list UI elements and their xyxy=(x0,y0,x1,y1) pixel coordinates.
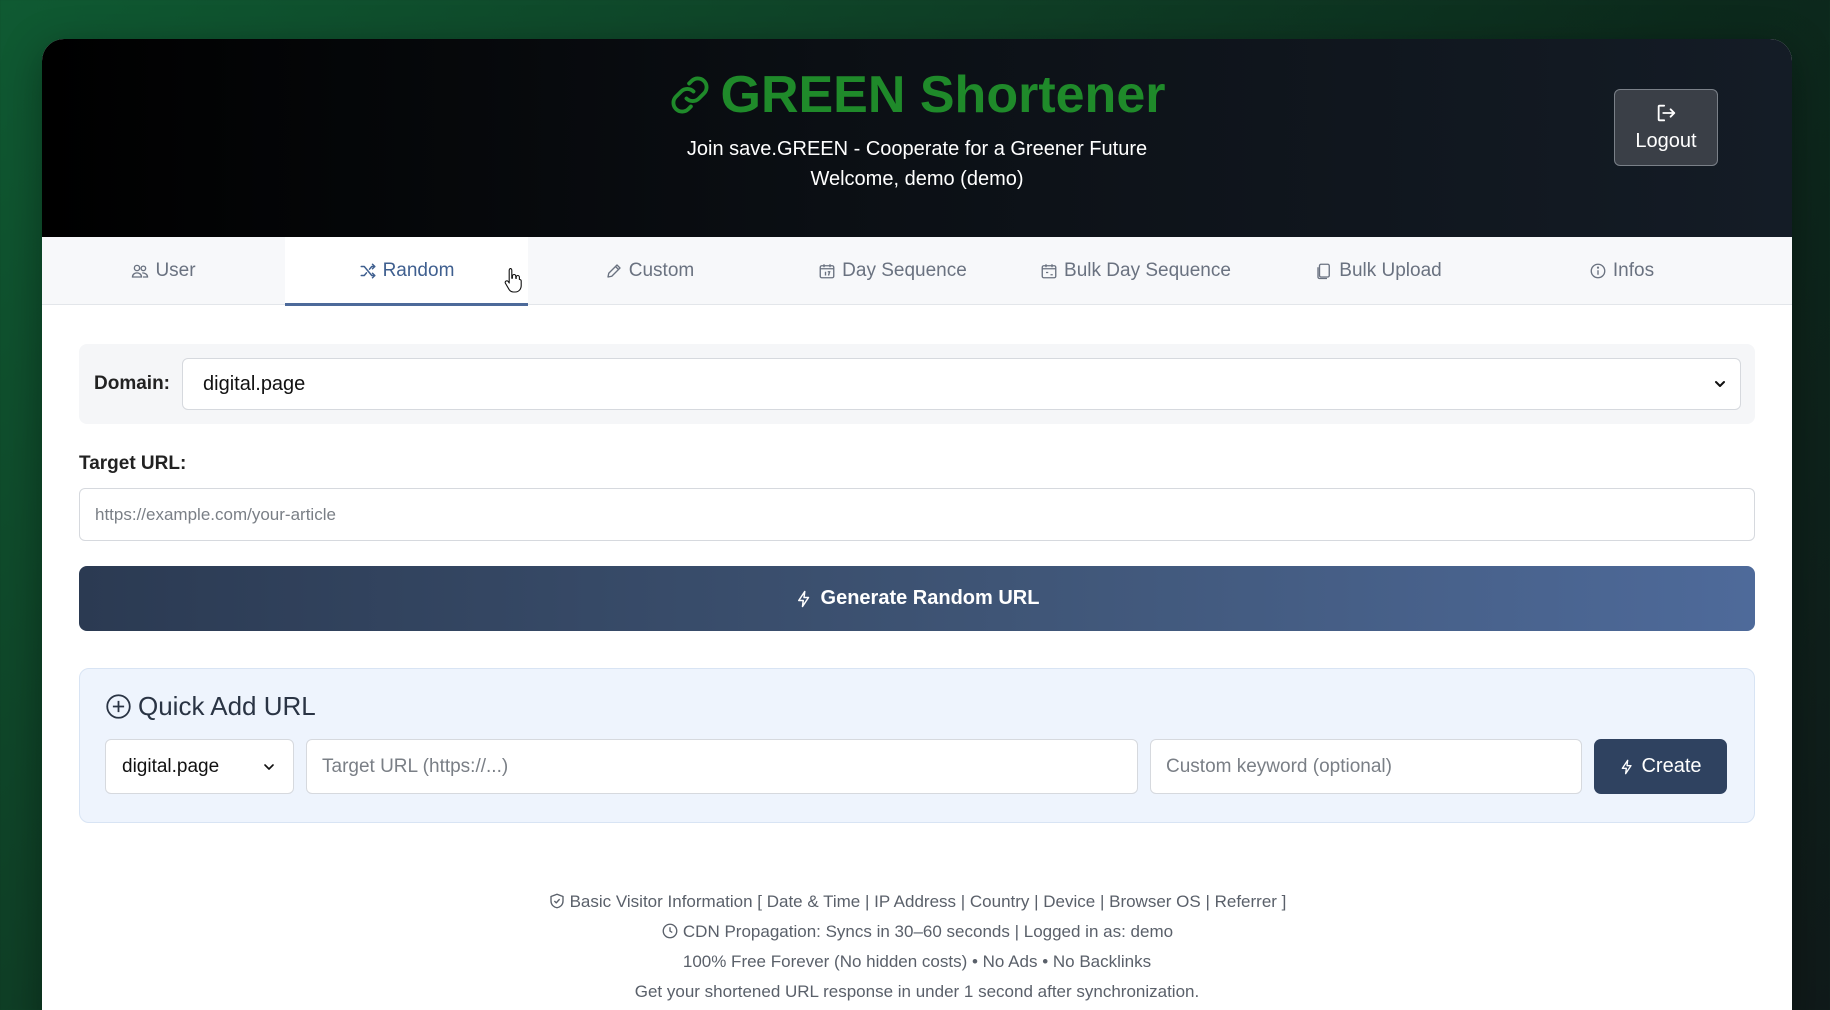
tab-infos[interactable]: Infos xyxy=(1500,237,1743,305)
tab-label: User xyxy=(155,260,196,281)
shield-icon xyxy=(549,893,564,909)
quick-add-title: Quick Add URL xyxy=(105,691,1729,722)
quick-domain-value: digital.page xyxy=(122,755,220,777)
footer-line-cdn: CDN Propagation: Syncs in 30–60 seconds … xyxy=(79,917,1755,947)
tab-label: Random xyxy=(382,260,455,281)
tab-label: Bulk Upload xyxy=(1339,260,1442,281)
clock-icon xyxy=(662,923,678,939)
quick-add-title-text: Quick Add URL xyxy=(138,691,316,721)
welcome-text: Welcome, demo (demo) xyxy=(810,168,1024,190)
app-title: GREEN Shortener xyxy=(720,66,1166,124)
shuffle-icon xyxy=(360,263,376,279)
generate-random-url-button[interactable]: Generate Random URL xyxy=(79,566,1755,631)
footer: Basic Visitor Information [ Date & Time … xyxy=(79,887,1755,1007)
tab-day-sequence[interactable]: Day Sequence xyxy=(771,237,1014,305)
domain-row: Domain: digital.page xyxy=(79,344,1755,424)
quick-add-row: digital.page Create xyxy=(105,739,1729,794)
tab-label: Day Sequence xyxy=(842,260,967,281)
tab-custom[interactable]: Custom xyxy=(528,237,771,305)
footer-line-free: 100% Free Forever (No hidden costs) • No… xyxy=(682,952,1152,971)
brand: GREEN Shortener xyxy=(42,65,1792,125)
domain-selected-value: digital.page xyxy=(203,372,306,395)
lightning-icon xyxy=(797,590,809,607)
create-label: Create xyxy=(1641,755,1702,777)
target-url-input[interactable] xyxy=(79,488,1755,541)
footer-text: Basic Visitor Information [ Date & Time … xyxy=(569,892,1287,911)
quick-target-url-input[interactable] xyxy=(306,739,1138,794)
footer-text: CDN Propagation: Syncs in 30–60 seconds … xyxy=(682,922,1174,941)
calendar-day-icon xyxy=(819,264,835,279)
generate-label: Generate Random URL xyxy=(820,587,1040,609)
footer-line-speed: Get your shortened URL response in under… xyxy=(634,982,1200,1001)
quick-domain-select[interactable]: digital.page xyxy=(105,739,294,794)
logout-icon xyxy=(1657,104,1676,122)
tab-label: Infos xyxy=(1612,260,1655,281)
main-content: Domain: digital.page Target URL: Generat… xyxy=(42,305,1792,1007)
domain-select[interactable]: digital.page xyxy=(182,358,1741,410)
lightning-icon xyxy=(1622,759,1633,774)
tab-random[interactable]: Random xyxy=(285,237,528,306)
app-card: GREEN Shortener Join save.GREEN - Cooper… xyxy=(42,39,1792,1010)
calendar-range-icon xyxy=(1041,264,1057,279)
quick-add-panel: Quick Add URL digital.page Create xyxy=(79,668,1755,823)
tab-bar: User Random Custom Day Sequence Bulk Day… xyxy=(42,237,1792,306)
create-button[interactable]: Create xyxy=(1594,739,1727,794)
tagline: Join save.GREEN - Cooperate for a Greene… xyxy=(686,138,1148,160)
tab-label: Bulk Day Sequence xyxy=(1064,260,1231,281)
link-icon xyxy=(671,76,708,114)
chevron-down-icon xyxy=(264,763,274,770)
info-icon xyxy=(1590,263,1606,279)
quick-keyword-input[interactable] xyxy=(1150,739,1582,794)
logout-label: Logout xyxy=(1635,130,1697,152)
tab-bulk-day-sequence[interactable]: Bulk Day Sequence xyxy=(1014,237,1257,305)
header: GREEN Shortener Join save.GREEN - Cooper… xyxy=(42,39,1792,237)
tab-user[interactable]: User xyxy=(42,237,285,305)
hand-cursor-icon xyxy=(504,267,522,293)
logout-button[interactable]: Logout xyxy=(1614,89,1718,166)
target-url-label: Target URL: xyxy=(79,453,187,474)
files-icon xyxy=(1317,263,1331,280)
plus-circle-icon xyxy=(106,694,131,719)
users-icon xyxy=(132,264,149,278)
domain-label: Domain: xyxy=(94,373,170,394)
tab-bulk-upload[interactable]: Bulk Upload xyxy=(1257,237,1500,305)
pencil-icon xyxy=(607,264,621,278)
chevron-down-icon xyxy=(1715,381,1725,387)
footer-line-visitor-info: Basic Visitor Information [ Date & Time … xyxy=(79,887,1755,917)
tab-label: Custom xyxy=(628,260,695,281)
